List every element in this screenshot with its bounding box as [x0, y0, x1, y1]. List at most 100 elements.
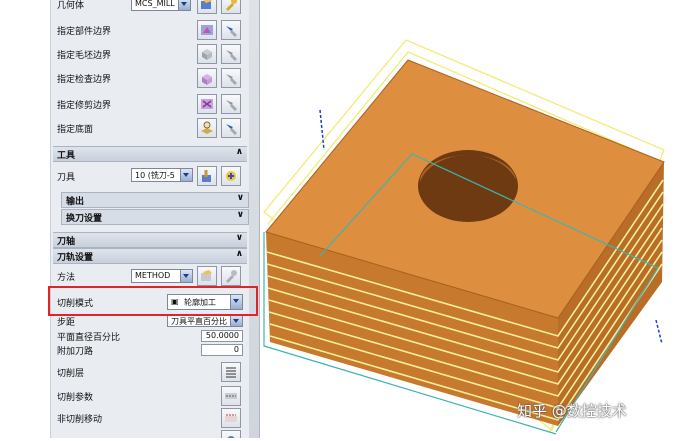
floor-row: 指定底面: [51, 118, 249, 138]
new-tool-icon: [202, 170, 211, 182]
left-blank-strip: [0, 0, 50, 438]
new-geometry-button[interactable]: [197, 0, 217, 14]
display-check-boundary-button[interactable]: [221, 68, 241, 88]
floor-label: 指定底面: [57, 125, 94, 135]
display-blank-boundary-button[interactable]: [221, 44, 241, 64]
path-settings-section-header[interactable]: 刀轨设置 ∧: [53, 248, 247, 264]
part-boundary-label: 指定部件边界: [57, 27, 112, 37]
edit-tool-button[interactable]: [221, 166, 241, 186]
check-boundary-label: 指定检查边界: [57, 75, 112, 85]
chevron-up-icon[interactable]: ∧: [236, 147, 243, 157]
tool-select[interactable]: 10 (铣刀-5: [131, 168, 193, 182]
flashlight-icon: [226, 26, 238, 37]
edit-geometry-button[interactable]: [221, 0, 241, 14]
cut-levels-label: 切削层: [57, 369, 85, 379]
percent-label: 平面直径百分比: [57, 333, 121, 343]
non-cut-moves-icon: [225, 414, 237, 422]
select-part-boundary-button[interactable]: [197, 20, 217, 40]
non-cut-moves-row: 非切削移动: [51, 408, 249, 428]
part-boundary-icon: [201, 25, 213, 35]
extra-passes-input[interactable]: 0: [201, 344, 243, 356]
flashlight-icon: [226, 124, 238, 135]
tool-change-subsection[interactable]: 换刀设置 ∨: [61, 209, 249, 225]
floor-icon: [201, 121, 213, 134]
trim-boundary-icon: [201, 99, 213, 109]
check-boundary-row: 指定检查边界: [51, 68, 249, 88]
wrench-icon: [226, 270, 237, 283]
tool-axis-section-header[interactable]: 刀轴 ∨: [53, 232, 247, 248]
watermark-text: 知乎 @数控技术: [517, 402, 627, 420]
cut-params-label: 切削参数: [57, 393, 94, 403]
method-select[interactable]: METHOD: [131, 269, 193, 283]
chevron-down-icon[interactable]: ∨: [237, 210, 244, 220]
blank-boundary-row: 指定毛坯边界: [51, 44, 249, 64]
graphics-viewport[interactable]: [260, 0, 674, 438]
chevron-down-icon[interactable]: [178, 0, 190, 10]
blank-boundary-icon: [202, 49, 212, 60]
cut-levels-button[interactable]: [221, 362, 241, 382]
cut-mode-highlight-box: [48, 286, 258, 316]
chevron-down-icon[interactable]: [180, 169, 192, 181]
select-check-boundary-button[interactable]: [197, 68, 217, 88]
method-row: 方法 METHOD: [51, 266, 249, 286]
tool-section-header[interactable]: 工具 ∧: [53, 146, 247, 162]
geometry-row: 几何体 MCS_MILL: [51, 0, 249, 14]
wrench-icon: [226, 0, 237, 11]
cut-params-row: 切削参数: [51, 386, 249, 406]
cut-levels-icon: [226, 367, 236, 378]
new-method-button[interactable]: [197, 266, 217, 286]
cut-params-icon: [225, 393, 237, 399]
feed-icon: [227, 436, 235, 438]
chevron-up-icon[interactable]: ∧: [236, 249, 243, 259]
extra-passes-label: 附加刀路: [57, 347, 94, 357]
new-tool-button[interactable]: [197, 166, 217, 186]
percent-value: 50.0000: [205, 331, 239, 340]
new-method-icon: [201, 270, 212, 281]
path-settings-title: 刀轨设置: [57, 253, 94, 263]
output-title: 输出: [66, 197, 85, 207]
check-boundary-icon: [202, 74, 212, 85]
tool-axis-title: 刀轴: [57, 237, 76, 247]
tool-select-value: 10 (铣刀-5: [135, 171, 175, 180]
percent-input[interactable]: 50.0000: [201, 330, 243, 342]
geometry-label: 几何体: [57, 1, 85, 11]
extra-passes-row: 附加刀路 0: [51, 343, 249, 363]
feed-speed-button[interactable]: [221, 430, 241, 438]
stepover-label: 步距: [57, 318, 76, 328]
cut-params-button[interactable]: [221, 386, 241, 406]
edit-tool-icon: [226, 171, 236, 181]
display-trim-boundary-button[interactable]: [221, 94, 241, 114]
method-label: 方法: [57, 273, 76, 283]
non-cut-moves-button[interactable]: [221, 408, 241, 428]
trim-boundary-row: 指定修剪边界: [51, 94, 249, 114]
stepover-value: 刀具平直百分比: [171, 317, 227, 326]
flashlight-icon: [226, 50, 238, 61]
chevron-down-icon[interactable]: [230, 315, 242, 326]
display-floor-button[interactable]: [221, 118, 241, 138]
panel-scrollbar[interactable]: [249, 0, 260, 438]
edit-method-button[interactable]: [221, 266, 241, 286]
select-blank-boundary-button[interactable]: [197, 44, 217, 64]
part-toolpath-illustration: [263, 39, 665, 435]
tool-row: 刀具 10 (铣刀-5: [51, 166, 249, 186]
geometry-select[interactable]: MCS_MILL: [131, 0, 191, 11]
geometry-select-value: MCS_MILL: [135, 0, 175, 8]
chevron-down-icon[interactable]: ∨: [236, 233, 243, 243]
blank-boundary-label: 指定毛坯边界: [57, 51, 112, 61]
method-select-value: METHOD: [135, 271, 171, 280]
operation-dialog-panel: 几何体 MCS_MILL 指定部件边界 指定毛坯边界 指定检查边界 指定修剪边界…: [50, 0, 250, 438]
flashlight-icon: [226, 74, 238, 85]
geometry-new-icon: [201, 0, 212, 9]
select-trim-boundary-button[interactable]: [197, 94, 217, 114]
chevron-down-icon[interactable]: [180, 270, 192, 282]
select-floor-button[interactable]: [197, 118, 217, 138]
cut-levels-row: 切削层: [51, 362, 249, 382]
extra-passes-value: 0: [233, 345, 239, 354]
tool-section-title: 工具: [57, 151, 76, 161]
display-part-boundary-button[interactable]: [221, 20, 241, 40]
output-subsection[interactable]: 输出 ∨: [61, 192, 249, 208]
trim-boundary-label: 指定修剪边界: [57, 101, 112, 111]
part-boundary-row: 指定部件边界: [51, 20, 249, 40]
tool-label: 刀具: [57, 173, 76, 183]
chevron-down-icon[interactable]: ∨: [237, 193, 244, 203]
